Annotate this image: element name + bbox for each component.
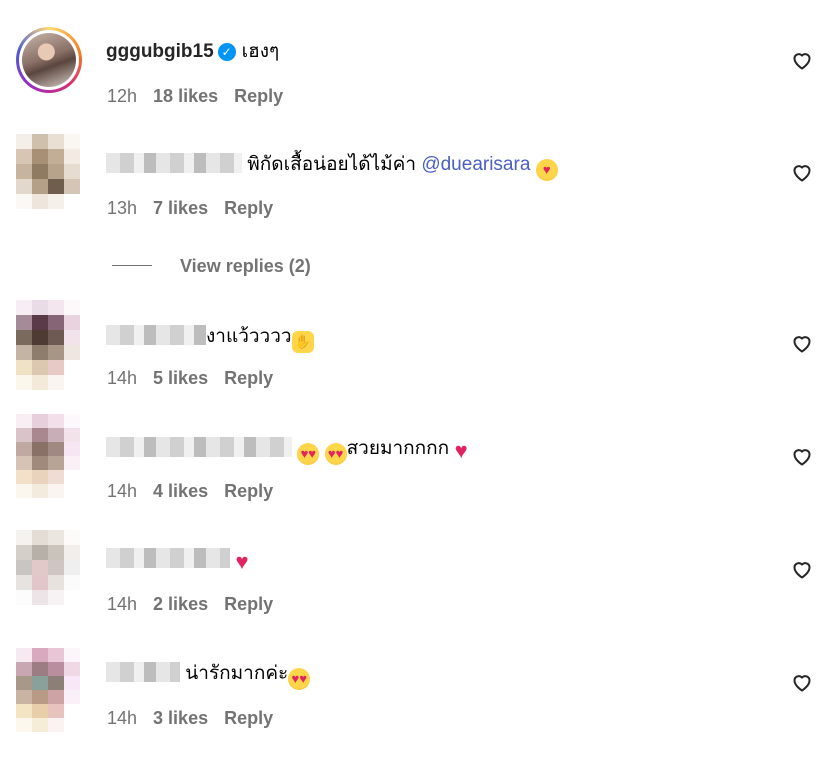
- reply-button[interactable]: Reply: [224, 368, 273, 388]
- comment-line: ♥: [106, 548, 254, 573]
- comment-meta: 12h 18 likes Reply: [107, 86, 299, 107]
- heart-outline-icon[interactable]: [790, 670, 814, 694]
- comment-text: สวยมากกกก: [346, 438, 450, 459]
- comment-line: งาแว้วววว ✋: [106, 325, 314, 353]
- comment-text: น่ารักมากค่ะ: [185, 663, 289, 684]
- comment-meta: 14h 4 likes Reply: [107, 481, 289, 502]
- avatar-photo: [22, 33, 76, 87]
- likes-count[interactable]: 7 likes: [153, 198, 208, 218]
- view-replies-label: View replies (2): [180, 256, 311, 276]
- username-blurred[interactable]: [106, 325, 206, 345]
- avatar-blurred[interactable]: [16, 530, 80, 605]
- username-blurred[interactable]: [106, 662, 180, 682]
- reply-button[interactable]: Reply: [224, 481, 273, 501]
- heart-eyes-icon: ♥♥: [297, 443, 320, 465]
- heart-outline-icon[interactable]: [790, 444, 814, 468]
- avatar-blurred[interactable]: [16, 414, 80, 498]
- comment-meta: 13h 7 likes Reply: [107, 198, 289, 219]
- view-replies-button[interactable]: View replies (2): [112, 256, 311, 277]
- comment-line: ♥♥ ♥♥ สวยมากกกก ♥: [106, 437, 473, 465]
- red-heart-icon: ♥: [454, 438, 468, 463]
- red-heart-icon: ♥: [235, 549, 249, 574]
- raised-hands-icon: ✋: [291, 331, 314, 353]
- avatar-blurred[interactable]: [16, 648, 80, 732]
- username[interactable]: gggubgib15: [106, 41, 214, 62]
- avatar-blurred[interactable]: [16, 300, 80, 390]
- avatar[interactable]: [16, 27, 82, 93]
- timestamp[interactable]: 12h: [107, 86, 137, 106]
- likes-count[interactable]: 4 likes: [153, 481, 208, 501]
- reply-button[interactable]: Reply: [224, 594, 273, 614]
- comment-text: พิกัดเสื้อน่อยได้ไม้ค่า: [247, 154, 417, 175]
- likes-count[interactable]: 18 likes: [153, 86, 218, 106]
- heart-eyes-icon: ♥♥: [288, 668, 311, 690]
- heart-eyes-icon: ♥♥: [324, 443, 347, 465]
- avatar-ring: [19, 30, 79, 90]
- verified-badge-icon: ✓: [217, 43, 236, 61]
- comment-meta: 14h 2 likes Reply: [107, 594, 289, 615]
- heart-outline-icon[interactable]: [790, 160, 814, 184]
- heart-outline-icon[interactable]: [790, 331, 814, 355]
- reply-button[interactable]: Reply: [224, 198, 273, 218]
- username-blurred[interactable]: [106, 153, 242, 173]
- heart-outline-icon[interactable]: [790, 557, 814, 581]
- comment-line: พิกัดเสื้อน่อยได้ไม้ค่า @duearisara ♥: [106, 153, 558, 181]
- smiling-face-hearts-icon: ♥: [535, 159, 558, 181]
- timestamp[interactable]: 14h: [107, 481, 137, 501]
- timestamp[interactable]: 14h: [107, 594, 137, 614]
- reply-button[interactable]: Reply: [224, 708, 273, 728]
- avatar-blurred[interactable]: [16, 134, 80, 209]
- comment-meta: 14h 5 likes Reply: [107, 368, 289, 389]
- reply-button[interactable]: Reply: [234, 86, 283, 106]
- mention-link[interactable]: @duearisara: [421, 154, 530, 175]
- comment-meta: 14h 3 likes Reply: [107, 708, 289, 729]
- username-blurred[interactable]: [106, 437, 292, 457]
- likes-count[interactable]: 5 likes: [153, 368, 208, 388]
- comment-text: เฮงๆ: [241, 41, 280, 62]
- timestamp[interactable]: 14h: [107, 708, 137, 728]
- likes-count[interactable]: 3 likes: [153, 708, 208, 728]
- timestamp[interactable]: 13h: [107, 198, 137, 218]
- divider-line: [112, 265, 152, 266]
- timestamp[interactable]: 14h: [107, 368, 137, 388]
- heart-outline-icon[interactable]: [790, 48, 814, 72]
- comment-text: งาแว้วววว: [206, 326, 292, 347]
- username-blurred[interactable]: [106, 548, 230, 568]
- comment-line: น่ารักมากค่ะ ♥♥: [106, 662, 311, 690]
- comment-line: gggubgib15 ✓ เฮงๆ: [106, 40, 279, 64]
- likes-count[interactable]: 2 likes: [153, 594, 208, 614]
